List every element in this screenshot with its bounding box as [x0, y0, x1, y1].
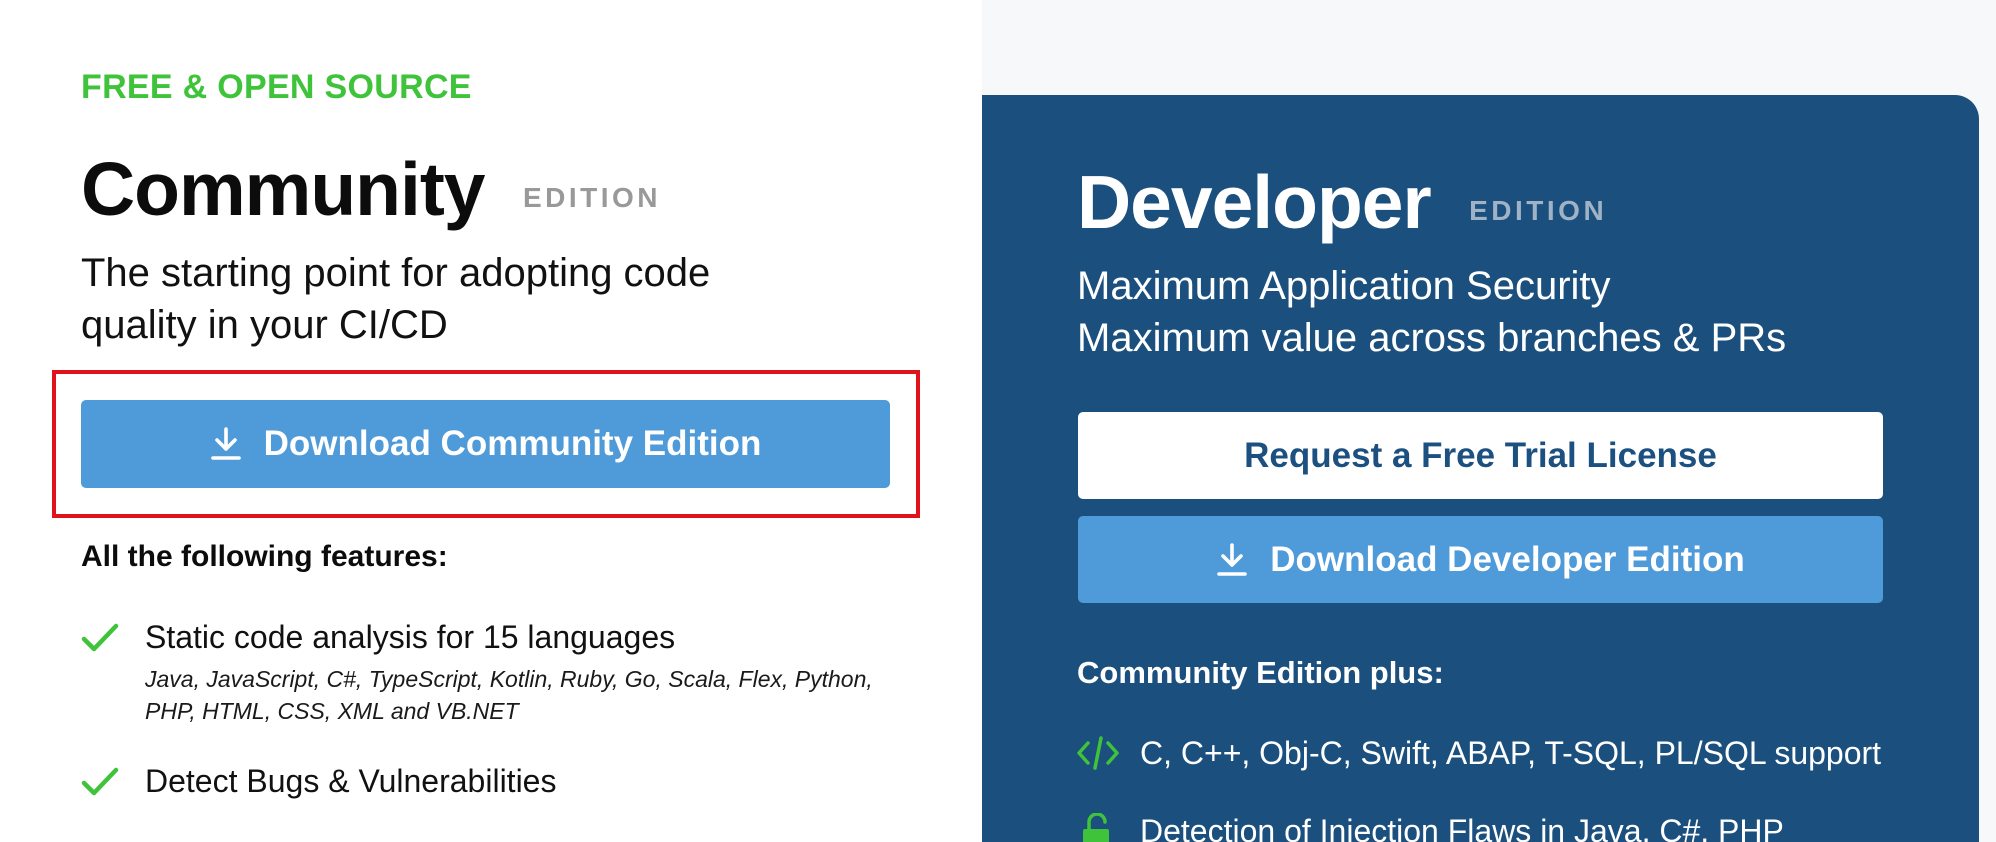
- download-community-edition-button[interactable]: Download Community Edition: [81, 400, 890, 488]
- code-icon: [1077, 736, 1119, 770]
- developer-title: Developer: [1077, 160, 1432, 244]
- developer-feature-label: C, C++, Obj-C, Swift, ABAP, T-SQL, PL/SQ…: [1140, 735, 1882, 771]
- developer-feature-label: Detection of Injection Flaws in Java, C#…: [1140, 813, 1784, 842]
- community-title-row: Community EDITION: [81, 146, 661, 232]
- checkmark-icon: [81, 767, 119, 796]
- developer-features-heading: Community Edition plus:: [1077, 655, 1444, 690]
- unlock-icon: [1083, 813, 1109, 842]
- free-open-source-tagline: FREE & OPEN SOURCE: [81, 68, 472, 106]
- feature-detail: Java, JavaScript, C#, TypeScript, Kotlin…: [145, 666, 873, 724]
- community-subtitle-line2: quality in your CI/CD: [81, 303, 448, 347]
- community-features-heading: All the following features:: [81, 540, 448, 573]
- developer-edition-badge: EDITION: [1469, 195, 1608, 226]
- developer-title-row: Developer EDITION: [1077, 159, 1607, 245]
- download-developer-label: Download Developer Edition: [1270, 539, 1745, 579]
- developer-edition-panel: Developer EDITION Maximum Application Se…: [982, 95, 1979, 842]
- community-title: Community: [81, 147, 485, 231]
- community-edition-panel: FREE & OPEN SOURCE Community EDITION The…: [0, 0, 982, 842]
- request-free-trial-label: Request a Free Trial License: [1244, 435, 1717, 475]
- developer-subtitle-line2: Maximum value across branches & PRs: [1077, 316, 1787, 360]
- download-icon: [210, 427, 241, 460]
- download-community-label: Download Community Edition: [263, 424, 762, 463]
- feature-label: Static code analysis for 15 languages: [145, 619, 676, 655]
- community-subtitle: The starting point for adopting code qua…: [81, 247, 881, 351]
- download-icon: [1217, 542, 1248, 576]
- developer-subtitle-line1: Maximum Application Security: [1077, 264, 1611, 308]
- community-edition-badge: EDITION: [522, 182, 662, 213]
- community-subtitle-line1: The starting point for adopting code: [81, 251, 711, 295]
- request-free-trial-button[interactable]: Request a Free Trial License: [1078, 412, 1883, 499]
- checkmark-icon: [81, 623, 119, 652]
- feature-label: Detect Bugs & Vulnerabilities: [145, 763, 557, 799]
- developer-subtitle: Maximum Application Security Maximum val…: [1077, 260, 1877, 364]
- download-developer-edition-button[interactable]: Download Developer Edition: [1078, 516, 1883, 603]
